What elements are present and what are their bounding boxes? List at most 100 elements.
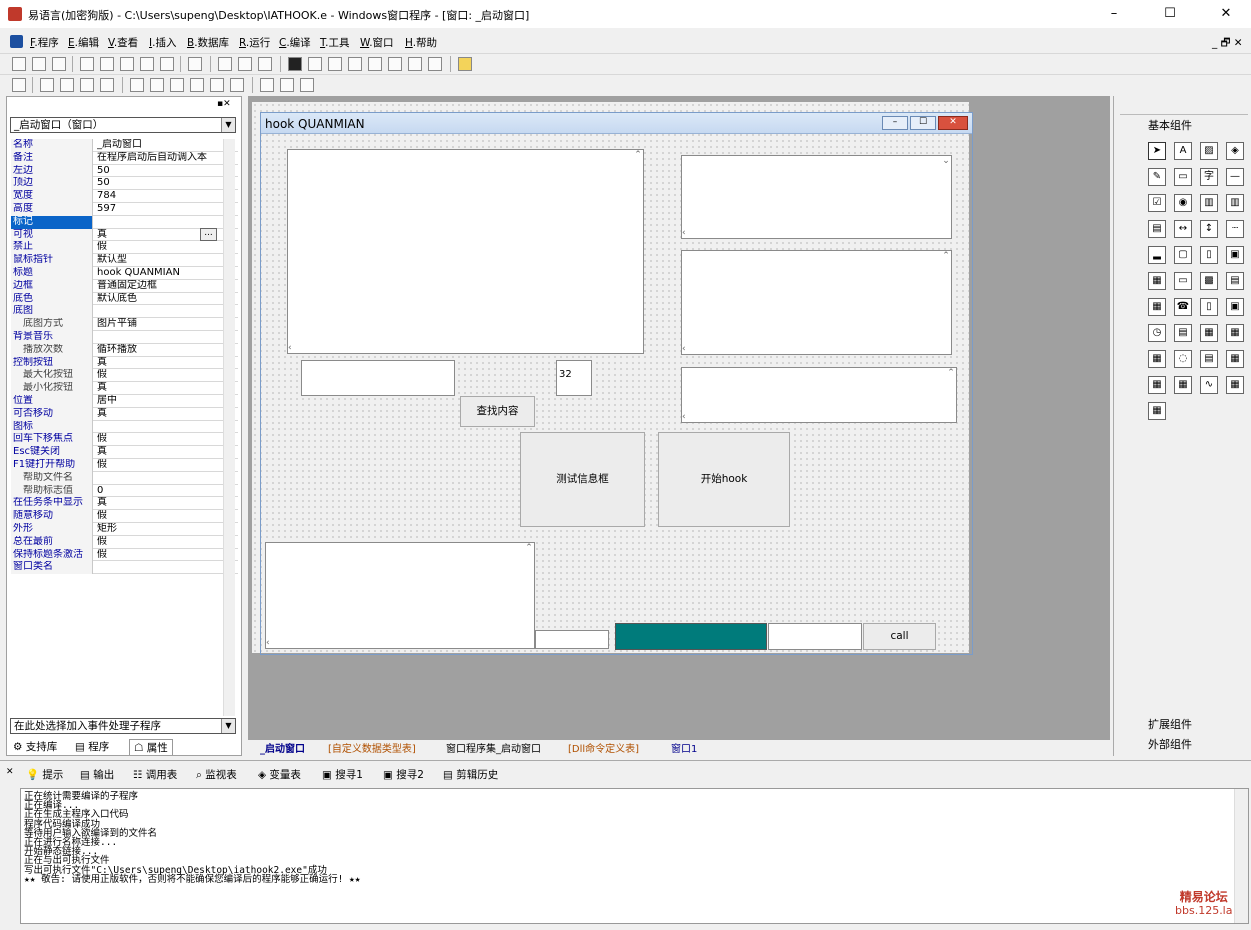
component-tool-icon[interactable]: 字 (1200, 168, 1218, 186)
component-tool-icon[interactable]: ┈ (1226, 220, 1244, 238)
property-row[interactable]: F1键打开帮助假 (11, 458, 238, 472)
edit-box-right-2[interactable]: ‹ ⌃ (681, 250, 952, 355)
maximize-button[interactable]: ☐ (1147, 4, 1193, 24)
component-tool-icon[interactable]: ▦ (1174, 376, 1192, 394)
output-tab-watch[interactable]: ⌕ 监视表 (196, 767, 237, 782)
property-row[interactable]: 左边 50 (11, 164, 238, 178)
property-row[interactable]: 底图 (11, 305, 238, 319)
component-tool-icon[interactable]: ▭ (1174, 272, 1192, 290)
step-into-icon[interactable] (348, 57, 362, 71)
property-row[interactable]: 禁止假 (11, 241, 238, 255)
step-icon[interactable] (328, 57, 342, 71)
doc-tab-window1[interactable]: 窗口1 (671, 740, 697, 755)
property-value[interactable]: 图片平铺 (97, 318, 227, 330)
tab-order-icon[interactable] (300, 78, 314, 92)
component-tool-icon[interactable]: ▯ (1200, 246, 1218, 264)
component-tool-icon[interactable]: ▢ (1174, 246, 1192, 264)
property-row[interactable]: 背景音乐 (11, 330, 238, 344)
menu-insert[interactable]: I.插入 (149, 35, 176, 50)
property-row[interactable]: 高度 597 (11, 202, 238, 216)
object-selector[interactable]: _启动窗口（窗口） ▼ (10, 117, 236, 133)
menu-tools[interactable]: T.工具 (320, 35, 350, 50)
menu-window[interactable]: W.窗口 (360, 35, 394, 50)
tab-library[interactable]: ⚙ 支持库 (13, 739, 57, 754)
binoculars-icon[interactable] (458, 57, 472, 71)
property-row[interactable]: Esc键关闭真 (11, 446, 238, 459)
component-tool-icon[interactable]: ▤ (1226, 272, 1244, 290)
component-tool-icon[interactable]: ▥ (1200, 194, 1218, 212)
property-row[interactable]: 最大化按钮假 (11, 369, 238, 383)
new-icon[interactable] (12, 57, 26, 71)
menu-program[interactable]: F.程序 (30, 35, 59, 50)
component-tool-icon[interactable]: ➤ (1148, 142, 1166, 160)
edit-box-bottom[interactable]: ‹ ⌃ (265, 542, 535, 649)
property-value[interactable]: 50 (97, 177, 227, 189)
component-tool-icon[interactable]: ▤ (1200, 350, 1218, 368)
component-tool-icon[interactable]: ▭ (1174, 168, 1192, 186)
property-value[interactable]: _启动窗口 (97, 139, 227, 151)
property-row[interactable]: 回车下移焦点假 (11, 433, 238, 447)
space-v-icon[interactable] (190, 78, 204, 92)
step-over-icon[interactable] (388, 57, 402, 71)
property-row[interactable]: 帮助标志值 0 (11, 484, 238, 498)
event-selector[interactable]: 在此处选择加入事件处理子程序 ▼ (10, 718, 236, 734)
property-value[interactable]: hook QUANMIAN (97, 267, 227, 279)
property-row[interactable]: 边框 普通固定边框 (11, 279, 238, 293)
property-value[interactable]: 循环播放 (97, 344, 227, 356)
property-row[interactable]: 名称 _启动窗口 (11, 139, 238, 152)
menu-compile[interactable]: C.编译 (279, 35, 311, 50)
property-value[interactable]: 假 (97, 549, 227, 561)
component-tool-icon[interactable]: ◈ (1226, 142, 1244, 160)
property-value[interactable]: 真 (97, 382, 227, 394)
undo-icon[interactable] (140, 57, 154, 71)
component-tool-icon[interactable]: ▨ (1200, 142, 1218, 160)
component-tool-icon[interactable]: ▂ (1148, 246, 1166, 264)
space-h-icon[interactable] (170, 78, 184, 92)
edit-box-right-1[interactable]: ‹ ⌄ (681, 155, 952, 239)
redo-icon[interactable] (160, 57, 174, 71)
menu-run[interactable]: R.运行 (239, 35, 270, 50)
component-tool-icon[interactable]: ▦ (1200, 324, 1218, 342)
align-bottom-icon[interactable] (100, 78, 114, 92)
component-tool-icon[interactable]: ▣ (1226, 298, 1244, 316)
call-input[interactable] (768, 623, 862, 650)
menu-edit[interactable]: E.编辑 (68, 35, 99, 50)
output-tab-hint[interactable]: 💡 提示 (26, 767, 63, 782)
component-tool-icon[interactable]: ▦ (1226, 350, 1244, 368)
output-tab-clip-history[interactable]: ▤ 剪辑历史 (443, 767, 498, 782)
doc-tab-window-assembly[interactable]: 窗口程序集_启动窗口 (446, 740, 541, 755)
align-right-icon[interactable] (60, 78, 74, 92)
property-value[interactable]: 假 (97, 459, 227, 471)
same-height-icon[interactable] (230, 78, 244, 92)
close-button[interactable]: ✕ (1203, 4, 1249, 24)
property-value[interactable]: 居中 (97, 395, 227, 407)
property-value[interactable]: 默认底色 (97, 293, 227, 305)
property-row[interactable]: 鼠标指针 默认型 (11, 254, 238, 267)
start-hook-button[interactable]: 开始hook (658, 432, 790, 527)
component-tool-icon[interactable]: ☎ (1174, 298, 1192, 316)
property-row[interactable]: 窗口类名 (11, 561, 238, 575)
component-tool-icon[interactable]: ▦ (1148, 298, 1166, 316)
form-window[interactable]: hook QUANMIAN – ☐ ✕ ‹ ⌃ ‹ ⌄ ‹ ⌃ 32 ‹ ⌃ 查找内容 … (260, 112, 973, 655)
property-row[interactable]: 外形 矩形 (11, 522, 238, 536)
minimize-button[interactable]: – (1091, 4, 1137, 24)
menu-database[interactable]: B.数据库 (187, 35, 229, 50)
save-icon[interactable] (52, 57, 66, 71)
panel-close-icon[interactable]: ▪✕ (217, 99, 231, 109)
find-icon[interactable] (188, 57, 202, 71)
component-tool-icon[interactable]: ▦ (1148, 272, 1166, 290)
grid-icon[interactable] (260, 78, 274, 92)
property-row[interactable]: 帮助文件名 (11, 471, 238, 485)
property-value[interactable]: 50 (97, 165, 227, 177)
form-canvas[interactable]: hook QUANMIAN – ☐ ✕ ‹ ⌃ ‹ ⌄ ‹ ⌃ 32 ‹ ⌃ 查找内容 … (252, 102, 973, 655)
test-msgbox-button[interactable]: 测试信息框 (520, 432, 645, 527)
lock-icon[interactable] (280, 78, 294, 92)
property-row[interactable]: 备注 在程序启动后自动调入本 (11, 151, 238, 165)
component-tool-icon[interactable]: ▤ (1174, 324, 1192, 342)
same-width-icon[interactable] (210, 78, 224, 92)
output-tab-search1[interactable]: ▣ 搜寻1 (322, 767, 363, 782)
component-tool-icon[interactable]: ▦ (1148, 376, 1166, 394)
output-tab-variables[interactable]: ◈ 变量表 (258, 767, 301, 782)
center-v-icon[interactable] (150, 78, 164, 92)
ellipsis-button[interactable]: ... (200, 228, 217, 241)
